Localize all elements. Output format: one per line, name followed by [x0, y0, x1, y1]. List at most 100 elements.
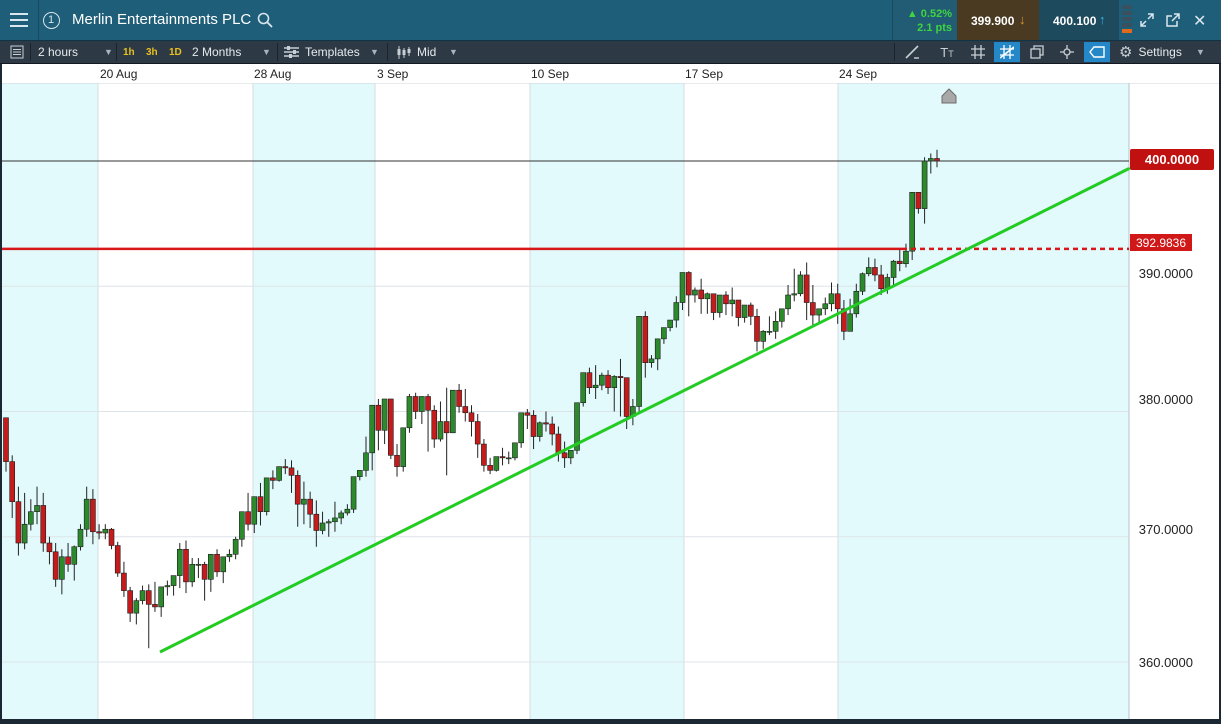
search-icon[interactable] [257, 12, 273, 28]
chevron-down-icon[interactable]: ▼ [104, 41, 113, 63]
chevron-down-icon[interactable]: ▼ [1196, 41, 1205, 63]
draw-line-icon[interactable] [899, 42, 925, 62]
expand-icon[interactable] [1139, 12, 1155, 28]
date-label: 10 Sep [531, 67, 570, 81]
candle-body [232, 538, 239, 555]
candle-body [536, 422, 543, 437]
buy-price: 400.100 [1053, 14, 1097, 28]
last-price-tag: 400.0000 [1130, 149, 1214, 170]
chevron-down-icon[interactable]: ▼ [370, 41, 379, 63]
candle-body [667, 319, 673, 328]
candle-body [903, 250, 909, 265]
candle-body [9, 461, 16, 502]
sell-button[interactable]: 399.900 ↓ [957, 0, 1039, 40]
candle-body [549, 423, 555, 435]
close-icon[interactable]: ✕ [1193, 11, 1206, 31]
popout-icon[interactable] [1165, 12, 1181, 28]
instrument-title[interactable]: Merlin Entertainments PLC [72, 11, 251, 28]
candle-body [90, 498, 96, 533]
candle-body [127, 590, 133, 614]
candle-body [499, 456, 506, 459]
sell-price: 399.900 [971, 14, 1015, 28]
settings-button[interactable]: ⚙ Settings [1119, 41, 1182, 63]
candle-body [803, 274, 810, 303]
gear-icon: ⚙ [1119, 44, 1133, 61]
candle-body [319, 522, 326, 531]
candle-body [487, 465, 493, 471]
candle-body [785, 294, 791, 310]
candle-body [350, 476, 357, 510]
candle-body [145, 590, 152, 605]
candle-body [474, 421, 481, 445]
session-band [253, 83, 375, 719]
trendline-tool-icon[interactable] [994, 42, 1020, 62]
layers-icon[interactable] [1024, 42, 1050, 62]
candle-body [468, 412, 475, 422]
candle-body [704, 293, 711, 300]
candle-body [412, 396, 419, 412]
candle-body [605, 374, 611, 389]
candle-body [65, 556, 71, 565]
chevron-down-icon[interactable]: ▼ [262, 41, 271, 63]
price-chart[interactable]: 20 Aug 28 Aug 3 Sep 10 Sep 17 Sep 24 Sep… [2, 64, 1219, 719]
session-band [2, 83, 98, 719]
candle-body [388, 398, 394, 456]
chart-window: 1 Merlin Entertainments PLC ▲ 0.52% 2.1 … [0, 0, 1221, 724]
candle-body [139, 590, 146, 601]
buy-button[interactable]: 400.100 ↑ [1039, 0, 1119, 40]
timeframe-3h[interactable]: 3h [146, 41, 158, 63]
range-value: 2 Months [192, 45, 242, 59]
candle-body [834, 293, 841, 310]
candle-body [344, 508, 351, 514]
market-depth-icon[interactable] [1121, 4, 1133, 36]
candle-body [375, 404, 382, 431]
candle-body [766, 331, 773, 333]
price-tick-label: 380.0000 [1138, 392, 1193, 407]
crosshair-icon[interactable] [1054, 42, 1080, 62]
chevron-down-icon[interactable]: ▼ [449, 41, 458, 63]
candle-body [183, 548, 189, 583]
candle-body [828, 293, 835, 305]
candle-body [226, 553, 233, 558]
change-points: 2.1 pts [917, 22, 952, 34]
candle-body [524, 412, 531, 416]
price-mode-select[interactable]: Mid [396, 41, 436, 63]
timeframe-1h[interactable]: 1h [123, 41, 135, 63]
hamburger-menu-icon[interactable] [0, 0, 39, 40]
timeframe-1d[interactable]: 1D [169, 41, 182, 63]
templates-label: Templates [305, 45, 360, 59]
date-label: 24 Sep [839, 67, 878, 81]
text-tool-icon[interactable]: TT [934, 42, 960, 62]
candle-body [419, 396, 425, 412]
candle-body [450, 389, 456, 434]
candle-body [21, 523, 28, 544]
level-price-tag[interactable]: 392.9836 [1130, 234, 1192, 251]
candle-body [568, 450, 574, 459]
candle-body [406, 396, 413, 429]
range-select[interactable]: 2 Months [192, 41, 241, 63]
candle-body [462, 406, 469, 414]
candle-body [332, 517, 338, 523]
candle-body [114, 545, 121, 574]
chart-canvas[interactable] [2, 64, 1219, 719]
list-icon[interactable] [10, 41, 24, 63]
candle-body [493, 456, 500, 471]
tag-icon[interactable] [1084, 42, 1110, 62]
candle-body [96, 531, 102, 534]
candle-body [201, 564, 208, 580]
candle-body [518, 412, 524, 444]
candle-body [369, 404, 375, 454]
candle-body [896, 260, 903, 265]
grid-icon[interactable] [965, 42, 991, 62]
candle-body [83, 498, 90, 530]
candle-body [865, 267, 872, 275]
candle-body [648, 358, 655, 363]
candle-body [3, 417, 9, 462]
link-group-icon[interactable]: 1 [39, 0, 63, 40]
candle-body [77, 528, 84, 548]
interval-select[interactable]: 2 hours [38, 41, 78, 63]
templates-menu[interactable]: Templates [284, 41, 360, 63]
candle-body [381, 398, 388, 431]
candle-body [747, 304, 754, 317]
candle-body [102, 528, 109, 534]
